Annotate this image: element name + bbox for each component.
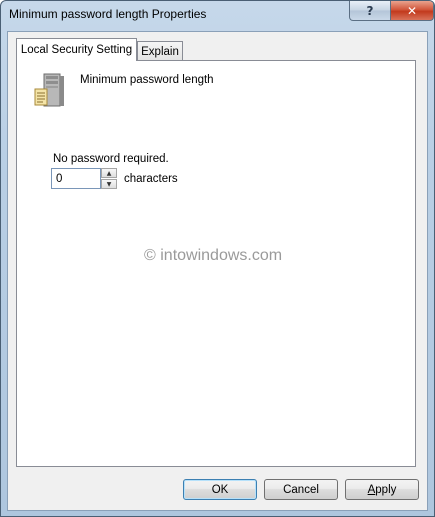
policy-name: Minimum password length [80, 74, 214, 86]
arrow-up-icon: ▲ [106, 169, 112, 177]
help-icon: ? [366, 3, 374, 18]
window-title: Minimum password length Properties [9, 7, 207, 21]
password-length-stepper: ▲ ▼ [51, 168, 117, 189]
password-length-input[interactable] [51, 168, 101, 189]
apply-button[interactable]: Apply [345, 479, 419, 500]
close-icon: ✕ [406, 3, 418, 18]
tab-local-security-setting[interactable]: Local Security Setting [16, 38, 137, 61]
help-button[interactable]: ? [349, 1, 391, 21]
properties-dialog: Minimum password length Properties ? ✕ L… [0, 0, 435, 517]
tab-panel: Minimum password length No password requ… [16, 60, 416, 467]
arrow-down-icon: ▼ [106, 180, 112, 188]
ok-button[interactable]: OK [183, 479, 257, 500]
setting-hint: No password required. [53, 153, 169, 165]
close-button[interactable]: ✕ [390, 1, 434, 21]
dialog-client-area: Local Security Setting Explain Minimum p… [7, 31, 428, 511]
spin-up-button[interactable]: ▲ [101, 168, 117, 178]
tab-explain[interactable]: Explain [137, 41, 183, 61]
unit-label: characters [124, 173, 178, 185]
apply-label: pply [375, 483, 397, 496]
title-bar[interactable]: Minimum password length Properties ? ✕ [1, 1, 434, 29]
watermark: © intowindows.com [144, 247, 283, 264]
cancel-button[interactable]: Cancel [264, 479, 338, 500]
server-computer-icon [34, 73, 64, 107]
apply-mnemonic: A [367, 483, 376, 496]
spin-down-button[interactable]: ▼ [101, 179, 117, 189]
